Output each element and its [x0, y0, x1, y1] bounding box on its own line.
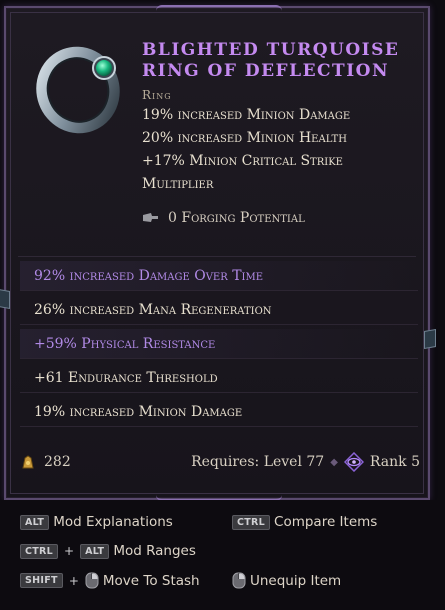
hint-label: Mod Ranges	[113, 543, 196, 559]
level-requirement: Requires: Level 77	[191, 454, 325, 470]
affix-text: +61 Endurance Threshold	[34, 370, 218, 386]
forging-potential: 0 Forging Potential	[142, 210, 305, 226]
rank-eye-icon	[343, 452, 364, 472]
implicit-stat: Multiplier	[142, 176, 214, 192]
hint-compare-items: CTRL Compare Items	[232, 514, 377, 530]
hint-unequip-item: Unequip Item	[232, 572, 341, 589]
affix-row: 26% increased Mana Regeneration	[20, 295, 418, 325]
affix-text: 19% increased Minion Damage	[34, 404, 243, 420]
item-title: Blighted Turquoise Ring of Deflection	[142, 40, 412, 82]
ctrl-key: CTRL	[232, 514, 271, 530]
shift-key: SHIFT	[20, 573, 63, 588]
mouse-right-click-icon	[232, 572, 246, 589]
affix-text: 26% increased Mana Regeneration	[34, 302, 272, 318]
plus-sign: +	[68, 573, 79, 588]
mouse-right-click-icon	[85, 572, 99, 589]
hammer-icon	[143, 213, 158, 222]
alt-key: ALT	[20, 514, 50, 530]
implicit-stat: 20% increased Minion Health	[142, 130, 347, 146]
hint-move-to-stash: SHIFT + Move To Stash	[20, 572, 200, 589]
requirements: Requires: Level 77 ◆ Rank 5	[191, 448, 420, 476]
item-title-line1: Blighted Turquoise	[142, 40, 400, 60]
rank-label: Rank 5	[369, 454, 420, 470]
implicit-stat: 19% increased Minion Damage	[142, 107, 351, 123]
plus-sign: +	[64, 544, 75, 558]
item-title-line2: Ring of Deflection	[142, 61, 390, 81]
affix-text: 92% increased Damage Over Time	[34, 268, 264, 284]
affix-row: 92% increased Damage Over Time	[20, 261, 418, 291]
separator-dot: ◆	[330, 456, 338, 468]
implicit-stat: +17% Minion Critical Strike	[142, 153, 343, 169]
hint-mod-explanations: ALT Mod Explanations	[20, 514, 173, 530]
hint-label: Move To Stash	[102, 572, 200, 589]
frame-ornament-top	[156, 5, 282, 15]
affix-row: +59% Physical Resistance	[20, 329, 418, 359]
hint-label: Mod Explanations	[53, 514, 173, 530]
section-divider	[18, 256, 416, 257]
affix-text: +59% Physical Resistance	[34, 336, 216, 352]
gold-value: 282	[44, 454, 71, 470]
item-footer: 282 Requires: Level 77 ◆ Rank 5	[20, 448, 420, 476]
hint-label: Compare Items	[274, 514, 378, 530]
ctrl-key: CTRL	[20, 543, 59, 559]
keybind-hints: ALT Mod Explanations CTRL Compare Items …	[0, 500, 445, 610]
ring-icon	[36, 46, 120, 134]
affix-row: +61 Endurance Threshold	[20, 363, 418, 393]
item-type: Ring	[142, 88, 172, 102]
alt-key: ALT	[80, 543, 110, 559]
hint-mod-ranges: CTRL + ALT Mod Ranges	[20, 543, 196, 559]
hint-label: Unequip Item	[250, 572, 342, 589]
frame-side-gem-right	[424, 328, 436, 350]
item-tooltip: Blighted Turquoise Ring of Deflection Ri…	[0, 5, 436, 501]
frame-side-gem-left	[0, 288, 10, 310]
gold-coin-icon	[22, 455, 34, 469]
forging-potential-text: 0 Forging Potential	[168, 210, 305, 226]
affix-row: 19% increased Minion Damage	[20, 397, 418, 427]
